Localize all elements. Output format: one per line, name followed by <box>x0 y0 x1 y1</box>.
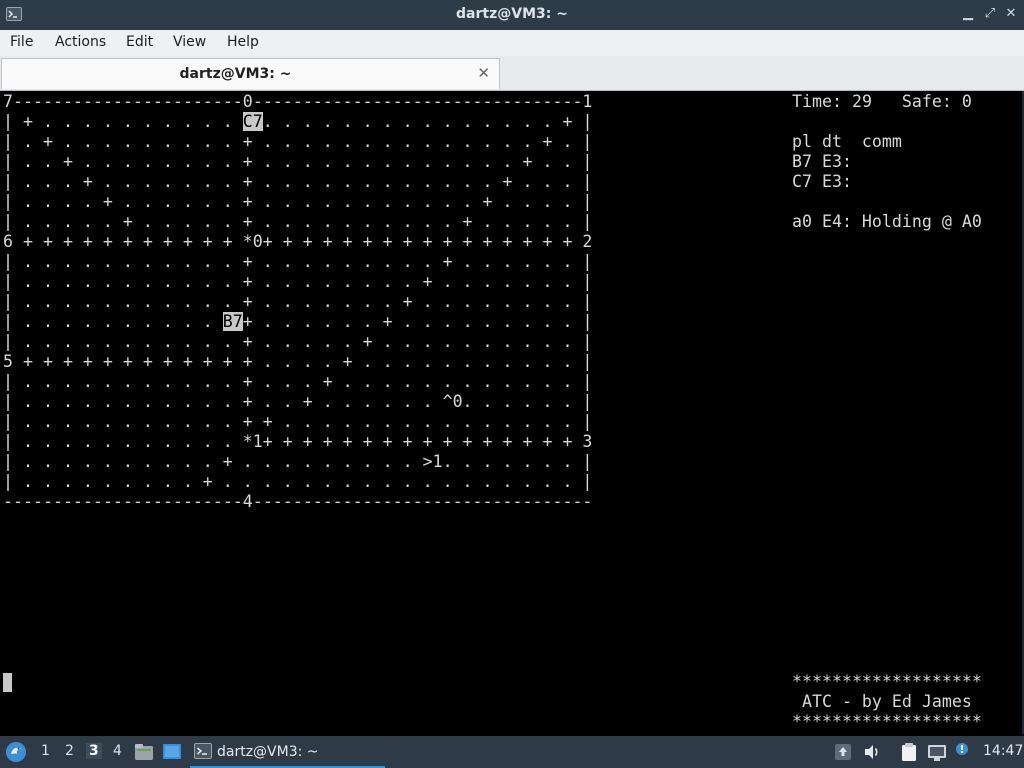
workspace-4[interactable]: 4 <box>113 743 122 759</box>
workspace-1[interactable]: 1 <box>41 743 50 759</box>
taskbar: 1 2 3 4 dartz@VM3: ~ 14:47 <box>0 736 1024 768</box>
board-row: | + . . . . . . . . . . C7. . . . . . . … <box>3 112 593 131</box>
terminal-view[interactable]: 7-----------------------0---------------… <box>0 91 1024 734</box>
clock: 14:47 <box>983 743 1024 759</box>
tab-title: dartz@VM3: ~ <box>179 66 292 82</box>
aircraft-marker: B7 <box>222 312 243 331</box>
board-row: | . . . . + . . . . . . + . . . . . . . … <box>3 192 593 211</box>
board-row: | . . + . . . . . . . . + . . . . . . . … <box>3 152 593 171</box>
menu-bar: File Actions Edit View Help <box>0 30 1024 56</box>
tab-close-icon[interactable]: ✕ <box>477 64 490 82</box>
workspace-2[interactable]: 2 <box>65 743 74 759</box>
board-row: | . . . . . . . . . . . *1+ + + + + + + … <box>3 432 593 451</box>
tab-strip: dartz@VM3: ~ ✕ <box>0 56 1024 91</box>
safe-value: 0 <box>961 92 972 111</box>
board-row: | . . . . . . . . . + . . . . . . . . . … <box>3 472 593 491</box>
plane-entry: B7 E3: <box>792 152 852 171</box>
board-row: | . . . . . . . . . . + . . . . . . . . … <box>3 452 593 471</box>
terminal-cursor <box>3 673 12 692</box>
board-row: | . + . . . . . . . . . + . . . . . . . … <box>3 132 593 151</box>
credits-stars-top: ******************* <box>792 672 982 691</box>
aircraft-marker: C7 <box>242 112 263 131</box>
time-value: 29 <box>851 92 872 111</box>
board-row: | . . . . . . . . . . . + . . . . . . . … <box>3 272 593 291</box>
board-row: | . . . . . . . . . . . + . . . . . + . … <box>3 332 593 351</box>
board-row: 5 + + + + + + + + + + + + . . . . + . . … <box>3 352 593 371</box>
time-label: Time: <box>792 92 842 111</box>
minimize-button[interactable]: ▁ <box>958 4 978 24</box>
board-row: | . . . . . . . . . . . + . . + . . . . … <box>3 392 593 411</box>
window-title: dartz@VM3: ~ <box>456 6 568 22</box>
board-row: | . . . . . + . . . . . + . . . . . . . … <box>3 212 593 231</box>
plane-list-header: pl dt comm <box>792 132 902 151</box>
volume-icon[interactable] <box>862 741 882 763</box>
workspace-3[interactable]: 3 <box>86 743 102 759</box>
menu-help[interactable]: Help <box>227 34 259 50</box>
board-row: | . . . . . . . . . . . + . . . . . . . … <box>3 252 593 271</box>
credits-stars-bottom: ******************* <box>792 712 982 731</box>
status-time-safe: Time: 29 Safe: 0 <box>792 92 972 112</box>
start-menu-icon[interactable] <box>5 741 27 763</box>
safe-label: Safe: <box>901 92 952 111</box>
board-row: | . . . . . . . . . . B7+ . . . . . . + … <box>3 312 593 331</box>
close-button[interactable]: ✕ <box>1001 4 1021 24</box>
menu-view[interactable]: View <box>173 34 206 50</box>
menu-actions[interactable]: Actions <box>55 34 106 50</box>
tray-upload-icon[interactable] <box>834 741 852 763</box>
credits-text: ATC - by Ed James <box>792 692 972 711</box>
network-icon[interactable] <box>926 741 948 763</box>
window-titlebar[interactable]: dartz@VM3: ~ ▁ ⤢ ✕ <box>0 0 1024 30</box>
board-row: 6 + + + + + + + + + + + *0+ + + + + + + … <box>3 232 593 251</box>
plane-entry: C7 E3: <box>792 172 852 191</box>
file-manager-icon[interactable] <box>133 741 155 763</box>
board-row: | . . . . . . . . . . . + . . . . . . . … <box>3 292 593 311</box>
task-label: dartz@VM3: ~ <box>217 744 319 760</box>
terminal-tab[interactable]: dartz@VM3: ~ ✕ <box>1 58 500 89</box>
board-row: | . . . . . . . . . . . + . . . + . . . … <box>3 372 593 391</box>
menu-edit[interactable]: Edit <box>126 34 153 50</box>
board-row: 7-----------------------0---------------… <box>3 92 593 111</box>
board-row: ------------------------4---------------… <box>3 492 593 511</box>
board-row: | . . . . . . . . . . . + + . . . . . . … <box>3 412 593 431</box>
maximize-button[interactable]: ⤢ <box>980 4 1000 24</box>
terminal-task-icon <box>194 743 212 759</box>
board-row: | . . . + . . . . . . . + . . . . . . . … <box>3 172 593 191</box>
notification-icon[interactable] <box>953 741 971 763</box>
show-desktop-icon[interactable] <box>161 741 183 763</box>
menu-file[interactable]: File <box>10 34 33 50</box>
holding-plane-entry: a0 E4: Holding @ A0 <box>792 212 982 231</box>
clipboard-icon[interactable] <box>899 741 919 763</box>
taskbar-terminal-task[interactable]: dartz@VM3: ~ <box>190 738 385 768</box>
